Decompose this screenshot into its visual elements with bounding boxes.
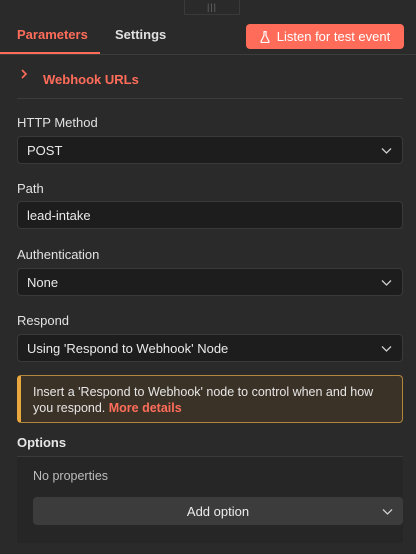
tab-settings[interactable]: Settings [115,27,166,42]
listen-button-label: Listen for test event [276,29,391,44]
webhook-urls-label: Webhook URLs [43,72,139,87]
respond-select[interactable]: Using 'Respond to Webhook' Node [17,334,403,362]
authentication-value: None [27,274,59,290]
chevron-down-icon [382,509,393,515]
more-details-link[interactable]: More details [109,401,182,415]
chevron-down-icon [381,148,392,154]
respond-label: Respond [17,313,70,328]
http-method-select[interactable]: POST [17,136,403,164]
path-input[interactable]: lead-intake [17,201,403,229]
flask-icon [260,30,270,43]
tab-parameters[interactable]: Parameters [17,27,88,42]
path-value: lead-intake [27,207,91,223]
no-properties-text: No properties [33,469,109,483]
authentication-label: Authentication [17,247,100,262]
respond-value: Using 'Respond to Webhook' Node [27,340,229,356]
drag-handle-glyph: ||| [206,2,217,12]
callout-text: Insert a 'Respond to Webhook' node to co… [33,385,374,415]
chevron-right-icon [20,67,28,82]
drag-handle[interactable]: ||| [184,0,240,15]
panel-drag-strip: ||| [0,0,416,16]
respond-node-callout: Insert a 'Respond to Webhook' node to co… [17,375,403,423]
webhook-urls-section[interactable]: Webhook URLs [17,66,403,99]
active-tab-underline [0,52,100,54]
authentication-select[interactable]: None [17,268,403,296]
http-method-value: POST [27,142,63,158]
chevron-down-icon [381,346,392,352]
options-label: Options [17,435,67,450]
path-label: Path [17,181,44,196]
tab-bar: Parameters Settings Listen for test even… [0,16,416,55]
chevron-down-icon [381,280,392,286]
add-option-label: Add option [186,503,250,519]
http-method-label: HTTP Method [17,115,98,130]
listen-for-test-event-button[interactable]: Listen for test event [246,24,404,49]
add-option-button[interactable]: Add option [33,497,403,525]
